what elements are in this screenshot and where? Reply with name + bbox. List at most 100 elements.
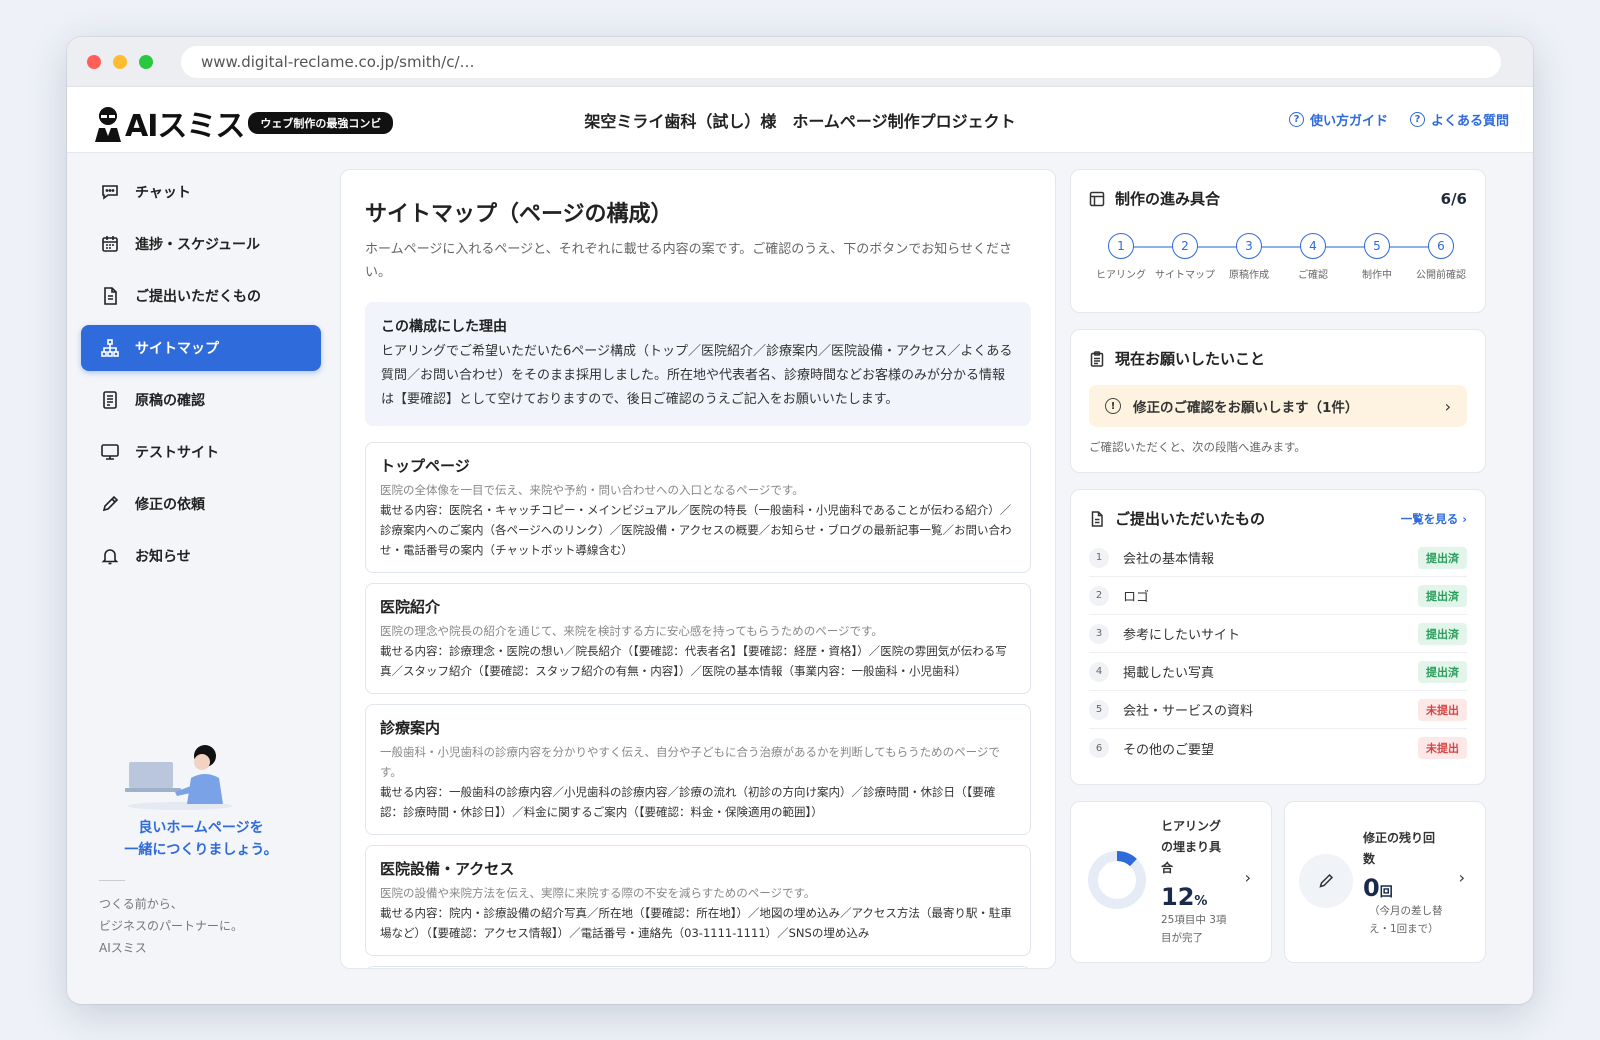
page-title: サイトマップ（ページの構成）: [365, 202, 673, 227]
layout-icon: [1089, 191, 1105, 207]
submission-row[interactable]: 6 その他のご要望 未提出: [1089, 729, 1467, 767]
step-number: 4: [1300, 233, 1326, 259]
sidebar-item-schedule[interactable]: 進捗・スケジュール: [81, 221, 321, 267]
revisions-count: 0: [1363, 874, 1380, 902]
sitemap-icon: [101, 339, 119, 357]
hearing-label-line: の埋まり具: [1161, 840, 1222, 854]
submission-label: 会社の基本情報: [1123, 552, 1215, 567]
submission-row[interactable]: 4 掲載したい写真 提出済: [1089, 653, 1467, 691]
monitor-icon: [101, 443, 119, 461]
clipboard-icon: [1089, 350, 1105, 367]
submission-row[interactable]: 5 会社・サービスの資料 未提出: [1089, 691, 1467, 729]
hearing-percent: 12: [1161, 883, 1195, 911]
bell-icon: [101, 547, 119, 565]
sidebar-item-submissions[interactable]: ご提出いただくもの: [81, 273, 321, 319]
sitemap-page-purpose: 医院の理念や院長の紹介を通じて、来院を検討する方に安心感を持ってもらうためのペー…: [380, 624, 883, 638]
reason-text: ヒアリングでご希望いただいた6ページ構成（トップ／医院紹介／診療案内／医院設備・…: [381, 344, 1013, 407]
status-badge: 提出済: [1418, 584, 1467, 607]
step-number: 3: [1236, 233, 1262, 259]
sitemap-page-content: 載せる内容：一般歯科の診療内容／小児歯科の診療内容／診療の流れ（初診の方向け案内…: [380, 785, 996, 819]
question-circle-icon: ?: [1409, 112, 1425, 127]
progress-step: 3 原稿作成: [1217, 233, 1281, 281]
sidebar-item-manuscript[interactable]: 原稿の確認: [81, 377, 321, 423]
app-header: AIスミス ウェブ制作の最強コンビ 架空ミライ歯科（試し）様 ホームページ制作プ…: [67, 87, 1533, 153]
sidebar-item-label: テストサイト: [135, 445, 219, 461]
progress-step: 6 公開前確認: [1409, 233, 1473, 281]
chevron-right-icon: ›: [1444, 396, 1451, 416]
hearing-label: ヒアリングの埋まり具合: [1161, 816, 1241, 879]
step-number: 2: [1172, 233, 1198, 259]
sitemap-page-content: 載せる内容：診療理念・医院の想い／院長紹介（【要確認：代表者名】【要確認：経歴・…: [380, 644, 1007, 678]
submission-row[interactable]: 1 会社の基本情報 提出済: [1089, 539, 1467, 577]
revision-confirm-button[interactable]: ! 修正のご確認をお願いします（1件） ›: [1089, 385, 1467, 427]
sidebar-item-sitemap[interactable]: サイトマップ: [81, 325, 321, 371]
sidebar-item-label: 修正の依頼: [135, 497, 205, 513]
status-badge: 未提出: [1418, 737, 1467, 759]
faq-link[interactable]: ? よくある質問: [1409, 110, 1509, 129]
sidebar-item-test-site[interactable]: テストサイト: [81, 429, 321, 475]
sitemap-page-card[interactable]: 医院設備・アクセス 医院の設備や来院方法を伝え、実際に来院する際の不安を減らすた…: [365, 845, 1031, 956]
minimize-window-button[interactable]: [113, 54, 127, 69]
sidebar-footer-line: ビジネスのパートナーに。: [99, 919, 244, 933]
sitemap-page-card[interactable]: [365, 966, 1031, 968]
sitemap-page-card[interactable]: トップページ 医院の全体像を一目で伝え、来院や予約・問い合わせへの入口となるペー…: [365, 442, 1031, 573]
revisions-sub-line: （今月の差し替: [1369, 905, 1443, 917]
url-text: www.digital-reclame.co.jp/smith/c/…: [201, 52, 475, 71]
sidebar-item-revision[interactable]: 修正の依頼: [81, 481, 321, 527]
step-label: ヒアリング: [1096, 270, 1146, 281]
step-label: 制作中: [1362, 270, 1392, 281]
step-number: 6: [1428, 233, 1454, 259]
progress-step: 2 サイトマップ: [1153, 233, 1217, 281]
sidebar-nav: チャット 進捗・スケジュール ご提出いただくもの サイトマップ 原稿の確認 テス…: [81, 169, 321, 585]
progress-step: 5 制作中: [1345, 233, 1409, 281]
step-number: 1: [1108, 233, 1134, 259]
sidebar-item-chat[interactable]: チャット: [81, 169, 321, 215]
sitemap-page-card[interactable]: 診療案内 一般歯科・小児歯科の診療内容を分かりやすく伝え、自分や子どもに合う治療…: [365, 704, 1031, 835]
address-bar[interactable]: www.digital-reclame.co.jp/smith/c/…: [181, 45, 1501, 78]
revisions-label-line: 修正の残り回: [1363, 831, 1436, 845]
step-label: ご確認: [1298, 270, 1328, 281]
chevron-right-icon: ›: [1458, 868, 1465, 887]
step-number: 5: [1364, 233, 1390, 259]
submission-number: 3: [1089, 623, 1109, 644]
hearing-label-line: ヒアリング: [1161, 819, 1222, 833]
submission-row[interactable]: 3 参考にしたいサイト 提出済: [1089, 615, 1467, 653]
pencil-icon: [101, 495, 119, 513]
sidebar-message-line: 良いホームページを: [138, 820, 264, 836]
hearing-sub: 25項目中 3項 目が完了: [1161, 911, 1241, 947]
submission-row[interactable]: 2 ロゴ 提出済: [1089, 577, 1467, 615]
pencil-icon: [1299, 854, 1353, 908]
sitemap-page-name: トップページ: [380, 457, 470, 475]
calendar-icon: [101, 235, 119, 253]
sitemap-page-card[interactable]: 医院紹介 医院の理念や院長の紹介を通じて、来院を検討する方に安心感を持ってもらう…: [365, 583, 1031, 694]
sitemap-page-purpose: 一般歯科・小児歯科の診療内容を分かりやすく伝え、自分や子どもに合う治療があるかを…: [380, 745, 1000, 779]
chat-icon: [101, 183, 119, 201]
submission-label: 参考にしたいサイト: [1123, 628, 1241, 643]
sidebar-divider: [99, 880, 125, 881]
hearing-sub-line: 目が完了: [1161, 932, 1203, 944]
alert-circle-icon: !: [1105, 398, 1121, 414]
chevron-right-icon: ›: [1244, 868, 1251, 887]
hearing-percent-unit: %: [1194, 894, 1208, 909]
sidebar-item-notices[interactable]: お知らせ: [81, 533, 321, 579]
sitemap-panel: サイトマップ（ページの構成） ホームページに入れるページと、それぞれに載せる内容…: [340, 169, 1056, 969]
revisions-remaining-card[interactable]: 修正の残り回数 0回 （今月の差し替 え・1回まで） ›: [1284, 801, 1486, 963]
sitemap-page-name: 診療案内: [380, 719, 441, 737]
submissions-card: ご提出いただいたもの 一覧を見る › 1 会社の基本情報 提出済 2 ロゴ 提出済 3参…: [1070, 489, 1486, 785]
hearing-progress-card[interactable]: ヒアリングの埋まり具合 12% 25項目中 3項 目が完了 ›: [1070, 801, 1272, 963]
sitemap-page-name: 医院設備・アクセス: [380, 860, 515, 878]
submission-label: ロゴ: [1123, 590, 1150, 605]
guide-link[interactable]: ? 使い方ガイド: [1288, 110, 1388, 129]
step-label: 原稿作成: [1229, 270, 1269, 281]
logo[interactable]: AIスミス ウェブ制作の最強コンビ: [91, 101, 394, 145]
submission-number: 2: [1089, 585, 1109, 606]
status-badge: 提出済: [1418, 546, 1467, 569]
status-badge: 提出済: [1418, 660, 1467, 683]
see-all-link[interactable]: 一覧を見る ›: [1401, 511, 1467, 527]
document-icon: [1089, 510, 1105, 527]
maximize-window-button[interactable]: [139, 54, 153, 69]
hearing-label-line: 合: [1161, 861, 1174, 875]
revisions-label: 修正の残り回数: [1363, 828, 1459, 870]
close-window-button[interactable]: [87, 54, 101, 69]
status-badge: 未提出: [1418, 698, 1467, 721]
